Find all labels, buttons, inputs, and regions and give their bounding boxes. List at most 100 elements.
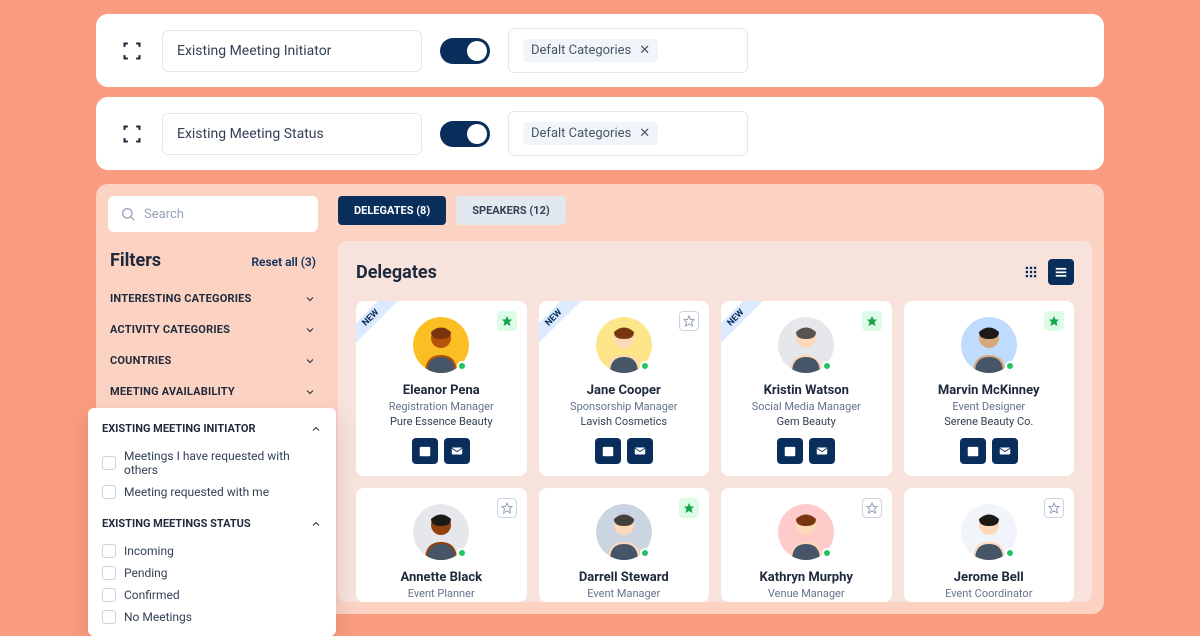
mail-icon <box>633 444 647 458</box>
filter-section-label: COUNTRIES <box>110 354 171 367</box>
delegate-card[interactable]: Kathryn Murphy Venue Manager <box>721 488 892 602</box>
tab[interactable]: SPEAKERS (12) <box>456 196 566 225</box>
delegates-panel: Delegates NEW Eleanor Pena Registration … <box>338 241 1092 602</box>
toggle-switch[interactable] <box>440 38 490 64</box>
close-icon[interactable]: ✕ <box>639 43 650 58</box>
checkbox-row[interactable]: Meeting requested with me <box>102 481 322 503</box>
delegate-name: Kathryn Murphy <box>729 570 884 585</box>
delegate-card[interactable]: Marvin McKinney Event Designer Serene Be… <box>904 301 1075 476</box>
delegate-role: Event Manager <box>547 587 702 600</box>
star-icon[interactable] <box>1044 311 1064 331</box>
chevron-up-icon[interactable] <box>310 423 322 435</box>
avatar <box>596 504 652 560</box>
star-icon[interactable] <box>862 498 882 518</box>
checkbox[interactable] <box>102 456 116 470</box>
config-bar: Existing Meeting Status Defalt Categorie… <box>96 97 1104 170</box>
new-badge: NEW <box>721 301 766 348</box>
delegate-card[interactable]: Annette Black Event Planner <box>356 488 527 602</box>
search-icon <box>120 206 136 222</box>
checkbox[interactable] <box>102 610 116 624</box>
mail-icon <box>450 444 464 458</box>
checkbox[interactable] <box>102 485 116 499</box>
avatar <box>961 317 1017 373</box>
star-icon[interactable] <box>679 498 699 518</box>
calendar-button[interactable] <box>595 438 621 464</box>
avatar <box>413 504 469 560</box>
filter-section-label: MEETING AVAILABILITY <box>110 385 235 398</box>
checkbox-row[interactable]: Confirmed <box>102 584 322 606</box>
filter-section[interactable]: ACTIVITY CATEGORIES <box>108 314 318 345</box>
avatar <box>413 317 469 373</box>
delegate-card[interactable]: Jerome Bell Event Coordinator <box>904 488 1075 602</box>
checkbox[interactable] <box>102 566 116 580</box>
delegate-role: Sponsorship Manager <box>547 400 702 413</box>
delegate-name: Eleanor Pena <box>364 383 519 398</box>
expand-icon[interactable] <box>120 39 144 63</box>
grid-icon <box>1024 265 1038 279</box>
checkbox-row[interactable]: No Meetings <box>102 606 322 628</box>
checkbox[interactable] <box>102 544 116 558</box>
reset-all-link[interactable]: Reset all (3) <box>251 255 316 269</box>
filter-section[interactable]: MEETING AVAILABILITY <box>108 376 318 407</box>
category-chip[interactable]: Defalt Categories✕ <box>523 122 658 145</box>
list-icon <box>1054 265 1068 279</box>
close-icon[interactable]: ✕ <box>639 126 650 141</box>
content-area: DELEGATES (8)SPEAKERS (12) Delegates NEW <box>338 196 1092 602</box>
filter-section[interactable]: COUNTRIES <box>108 345 318 376</box>
delegate-name: Kristin Watson <box>729 383 884 398</box>
status-dot <box>822 548 832 558</box>
filter-popout: EXISTING MEETING INITIATOR Meetings I ha… <box>88 408 336 636</box>
category-chip[interactable]: Defalt Categories✕ <box>523 39 658 62</box>
status-dot <box>822 361 832 371</box>
filter-section[interactable]: INTERESTING CATEGORIES <box>108 283 318 314</box>
checkbox-row[interactable]: Pending <box>102 562 322 584</box>
mail-button[interactable] <box>627 438 653 464</box>
mail-button[interactable] <box>809 438 835 464</box>
mail-icon <box>815 444 829 458</box>
search-input[interactable]: Search <box>108 196 318 232</box>
star-icon[interactable] <box>497 311 517 331</box>
checkbox-label: Incoming <box>124 544 174 558</box>
calendar-button[interactable] <box>412 438 438 464</box>
chevron-down-icon <box>304 293 316 305</box>
delegate-card[interactable]: NEW Kristin Watson Social Media Manager … <box>721 301 892 476</box>
delegate-company: Gem Beauty <box>729 415 884 428</box>
calendar-button[interactable] <box>777 438 803 464</box>
star-icon[interactable] <box>679 311 699 331</box>
delegate-name: Jane Cooper <box>547 383 702 398</box>
status-dot <box>1005 361 1015 371</box>
star-icon[interactable] <box>1044 498 1064 518</box>
delegate-role: Event Planner <box>364 587 519 600</box>
calendar-icon <box>966 444 980 458</box>
star-icon[interactable] <box>497 498 517 518</box>
config-label-input[interactable]: Existing Meeting Initiator <box>162 30 422 72</box>
delegate-role: Venue Manager <box>729 587 884 600</box>
list-view-button[interactable] <box>1048 259 1074 285</box>
delegate-role: Registration Manager <box>364 400 519 413</box>
category-chip-box[interactable]: Defalt Categories✕ <box>508 28 748 73</box>
new-badge: NEW <box>539 301 584 348</box>
toggle-switch[interactable] <box>440 121 490 147</box>
tab[interactable]: DELEGATES (8) <box>338 196 446 225</box>
mail-button[interactable] <box>444 438 470 464</box>
grid-view-button[interactable] <box>1018 259 1044 285</box>
mail-button[interactable] <box>992 438 1018 464</box>
checkbox-row[interactable]: Incoming <box>102 540 322 562</box>
chevron-up-icon[interactable] <box>310 518 322 530</box>
category-chip-box[interactable]: Defalt Categories✕ <box>508 111 748 156</box>
filters-title: Filters <box>110 250 161 271</box>
delegate-card[interactable]: Darrell Steward Event Manager <box>539 488 710 602</box>
delegate-role: Event Coordinator <box>912 587 1067 600</box>
checkbox-row[interactable]: Meetings I have requested with others <box>102 445 322 481</box>
new-badge: NEW <box>356 301 401 348</box>
avatar <box>961 504 1017 560</box>
chevron-down-icon <box>304 324 316 336</box>
delegate-card[interactable]: NEW Eleanor Pena Registration Manager Pu… <box>356 301 527 476</box>
calendar-button[interactable] <box>960 438 986 464</box>
expand-icon[interactable] <box>120 122 144 146</box>
delegate-card[interactable]: NEW Jane Cooper Sponsorship Manager Lavi… <box>539 301 710 476</box>
filter-section-label: INTERESTING CATEGORIES <box>110 292 252 305</box>
delegate-company: Serene Beauty Co. <box>912 415 1067 428</box>
star-icon[interactable] <box>862 311 882 331</box>
config-label-input[interactable]: Existing Meeting Status <box>162 113 422 155</box>
